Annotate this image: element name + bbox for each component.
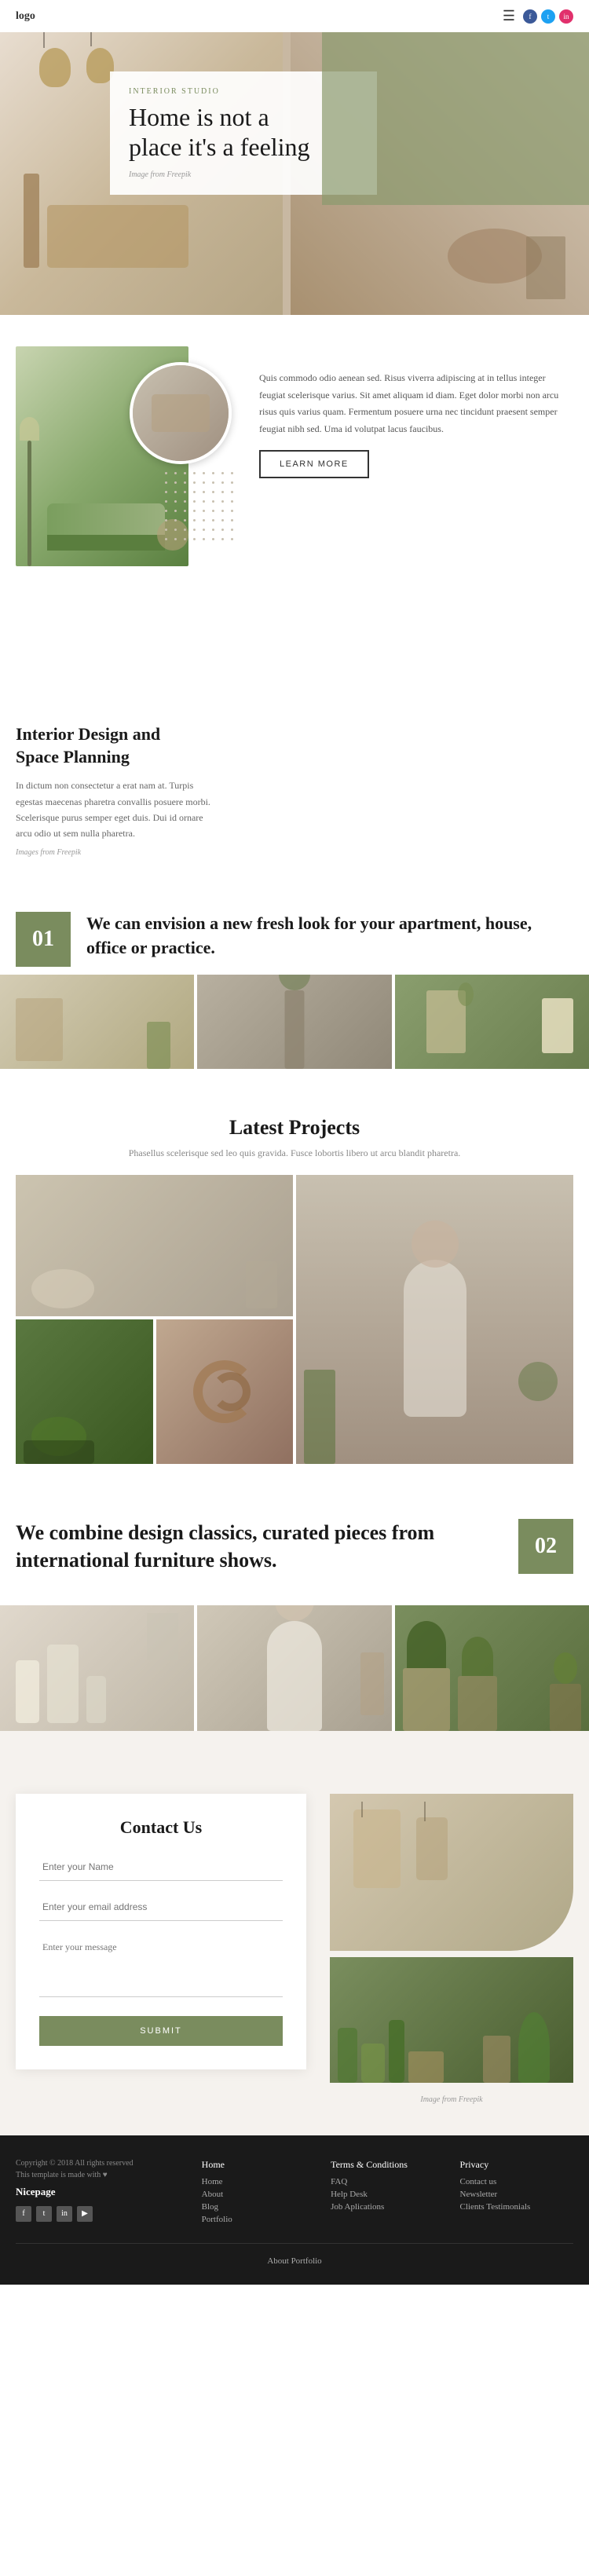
hero-green-block	[322, 32, 589, 205]
footer-col-terms-title: Terms & Conditions	[331, 2159, 444, 2171]
grid-image-2	[197, 975, 391, 1069]
section-2-body: In dictum non consectetur a erat nam at.…	[16, 778, 220, 842]
footer-link-help[interactable]: Help Desk	[331, 2190, 444, 2199]
project-image-2	[296, 1175, 573, 1464]
footer-col-brand: Copyright © 2018 All rights reserved Thi…	[16, 2159, 186, 2227]
contact-image-credit: Image from Freepik	[330, 2095, 573, 2104]
project-image-1	[16, 1175, 293, 1316]
facebook-icon[interactable]: f	[523, 9, 537, 24]
contact-title: Contact Us	[39, 1817, 283, 1838]
project-image-3	[16, 1319, 153, 1464]
footer-col-home: Home Home About Blog Portfolio	[202, 2159, 315, 2227]
logo: logo	[16, 10, 35, 23]
number-box-1: 01	[16, 912, 71, 967]
footer-brand: Nicepage	[16, 2186, 186, 2198]
combine-section: We combine design classics, curated piec…	[0, 1487, 589, 1605]
footer-link-newsletter[interactable]: Newsletter	[460, 2190, 573, 2199]
submit-button[interactable]: SUBMIT	[39, 2016, 283, 2046]
footer-copyright: Copyright © 2018 All rights reserved	[16, 2159, 186, 2168]
hero-section: INTERIOR STUDIO Home is not a place it's…	[0, 32, 589, 315]
footer-link-faq[interactable]: FAQ	[331, 2177, 444, 2186]
contact-image-bottom	[330, 1957, 573, 2083]
footer-instagram-icon[interactable]: in	[57, 2206, 72, 2222]
grid-image-1	[0, 975, 194, 1069]
contact-email-field[interactable]	[39, 1894, 283, 1921]
header: logo ☰ f t in	[0, 0, 589, 32]
section-2-title: Interior Design and Space Planning	[16, 723, 220, 768]
footer-col-terms: Terms & Conditions FAQ Help Desk Job Apl…	[331, 2159, 444, 2227]
footer-grid: Copyright © 2018 All rights reserved Thi…	[16, 2159, 573, 2227]
contact-name-field[interactable]	[39, 1853, 283, 1881]
footer-col-home-title: Home	[202, 2159, 315, 2171]
footer-link-blog[interactable]: Blog	[202, 2202, 315, 2212]
footer-facebook-icon[interactable]: f	[16, 2206, 31, 2222]
footer-link-portfolio[interactable]: Portfolio	[202, 2215, 315, 2224]
footer-link-about[interactable]: About	[202, 2190, 315, 2199]
footer-youtube-icon[interactable]: ▶	[77, 2206, 93, 2222]
contact-message-field[interactable]	[39, 1934, 283, 1997]
contact-form-container: Contact Us SUBMIT	[16, 1794, 306, 2069]
interior-design-section: document.currentScript.insertAdjacentHTM…	[0, 315, 589, 888]
footer-link-clients[interactable]: Clients Testimonials	[460, 2202, 573, 2212]
section-right: Quis commodo odio aenean sed. Risus vive…	[243, 346, 573, 478]
footer: Copyright © 2018 All rights reserved Thi…	[0, 2135, 589, 2285]
footer-link-contact[interactable]: Contact us	[460, 2177, 573, 2186]
footer-link-home[interactable]: Home	[202, 2177, 315, 2186]
combine-image-1	[0, 1605, 194, 1731]
twitter-icon[interactable]: t	[541, 9, 555, 24]
contact-right-images: Image from Freepik	[330, 1794, 573, 2104]
combine-image-3	[395, 1605, 589, 1731]
combine-image-2	[197, 1605, 391, 1731]
number-box-2: 02	[518, 1519, 573, 1574]
grid-image-3	[395, 975, 589, 1069]
dots-decoration: document.currentScript.insertAdjacentHTM…	[165, 472, 243, 551]
footer-twitter-icon[interactable]: t	[36, 2206, 52, 2222]
project-bottom-left	[16, 1319, 293, 1464]
learn-more-button[interactable]: LEARN MORE	[259, 450, 369, 478]
envision-text: We can envision a new fresh look for you…	[86, 912, 573, 961]
footer-tagline: This template is made with ♥	[16, 2171, 186, 2179]
envision-section: 01 We can envision a new fresh look for …	[0, 888, 589, 975]
image-grid	[0, 975, 589, 1069]
combine-title: We combine design classics, curated piec…	[16, 1519, 503, 1574]
section-2-side-text: Quis commodo odio aenean sed. Risus vive…	[259, 370, 573, 437]
nav-right: ☰ f t in	[503, 8, 573, 24]
combine-text-block: We combine design classics, curated piec…	[16, 1519, 503, 1574]
footer-bottom-about-portfolio[interactable]: About Portfolio	[267, 2256, 321, 2266]
footer-col-privacy-title: Privacy	[460, 2159, 573, 2171]
social-icons: f t in	[523, 9, 573, 24]
section-2-image-credit: Images from Freepik	[16, 848, 220, 857]
projects-subtext: Phasellus scelerisque sed leo quis gravi…	[16, 1147, 573, 1159]
footer-bottom: About Portfolio	[16, 2243, 573, 2269]
circle-room-image	[130, 362, 232, 464]
footer-link-jobs[interactable]: Job Aplications	[331, 2202, 444, 2212]
dots-grid: document.currentScript.insertAdjacentHTM…	[165, 472, 243, 546]
projects-heading: Latest Projects	[16, 1116, 573, 1140]
hamburger-menu-icon[interactable]: ☰	[503, 8, 515, 24]
instagram-icon[interactable]: in	[559, 9, 573, 24]
project-image-4	[156, 1319, 294, 1464]
footer-social-row: f t in ▶	[16, 2206, 186, 2222]
footer-col-privacy: Privacy Contact us Newsletter Clients Te…	[460, 2159, 573, 2227]
projects-grid	[16, 1175, 573, 1464]
latest-projects-section: Latest Projects Phasellus scelerisque se…	[0, 1092, 589, 1487]
contact-section: Contact Us SUBMIT Image from Freepik	[0, 1762, 589, 2135]
contact-image-top	[330, 1794, 573, 1951]
combine-image-row	[0, 1605, 589, 1731]
section-left: document.currentScript.insertAdjacentHTM…	[16, 346, 220, 857]
footer-bottom-links: About Portfolio	[16, 2256, 573, 2269]
